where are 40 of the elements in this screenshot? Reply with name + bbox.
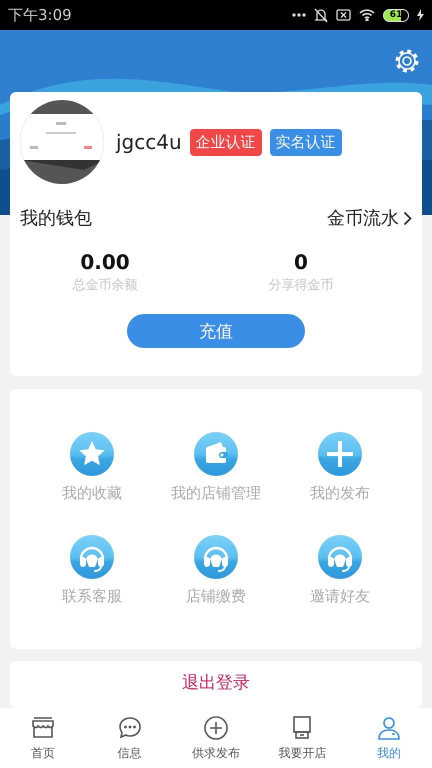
nav-tab[interactable]: 首页 bbox=[0, 708, 86, 768]
stat-label: 总金币余额 bbox=[72, 277, 138, 294]
chevron-icon bbox=[403, 210, 412, 226]
nav-tab[interactable]: 我要开店 bbox=[259, 708, 346, 768]
menu-item[interactable]: 邀请好友 bbox=[278, 535, 402, 606]
chat-icon bbox=[116, 714, 143, 740]
status-time: 下午3:09 bbox=[8, 6, 72, 24]
nav-tab[interactable]: 信息 bbox=[86, 708, 173, 768]
plus-icon bbox=[318, 432, 362, 476]
menu-item[interactable]: 我的发布 bbox=[278, 432, 402, 504]
stat-value: 0 bbox=[294, 250, 308, 274]
wallet-icon bbox=[194, 432, 238, 476]
username: jgcc4u bbox=[116, 130, 182, 154]
coin-history-link[interactable]: 金币流水 bbox=[327, 206, 412, 230]
menu-item[interactable]: 我的收藏 bbox=[30, 432, 154, 504]
stat-label: 分享得金币 bbox=[268, 277, 334, 294]
menu-item[interactable]: 店铺缴费 bbox=[154, 535, 278, 606]
settings-icon[interactable] bbox=[394, 48, 420, 74]
menu-item[interactable]: 我的店铺管理 bbox=[154, 432, 278, 504]
store-icon bbox=[30, 714, 56, 740]
muted-bell-icon bbox=[314, 8, 328, 22]
battery-level: 61 bbox=[383, 8, 409, 22]
wifi-icon bbox=[359, 9, 375, 21]
headset-icon bbox=[70, 535, 114, 580]
verification-badge: 实名认证 bbox=[270, 128, 342, 156]
close-box-icon bbox=[336, 9, 351, 21]
person-icon bbox=[376, 714, 402, 740]
charging-icon bbox=[417, 9, 424, 21]
recharge-button[interactable]: 充值 bbox=[127, 314, 305, 348]
headset-icon bbox=[318, 535, 362, 580]
headset-icon bbox=[194, 535, 238, 580]
plus-icon bbox=[203, 714, 230, 740]
nav-tab[interactable]: 供求发布 bbox=[172, 708, 260, 768]
wallet-title: 我的钱包 bbox=[20, 207, 92, 230]
menu-item[interactable]: 联系客服 bbox=[30, 535, 154, 606]
more-dots-icon bbox=[292, 13, 306, 17]
verification-badge: 企业认证 bbox=[190, 128, 262, 156]
stat-value: 0.00 bbox=[80, 250, 130, 274]
logout-button[interactable]: 退出登录 bbox=[182, 670, 250, 694]
nav-tab[interactable]: 我的 bbox=[346, 708, 432, 768]
